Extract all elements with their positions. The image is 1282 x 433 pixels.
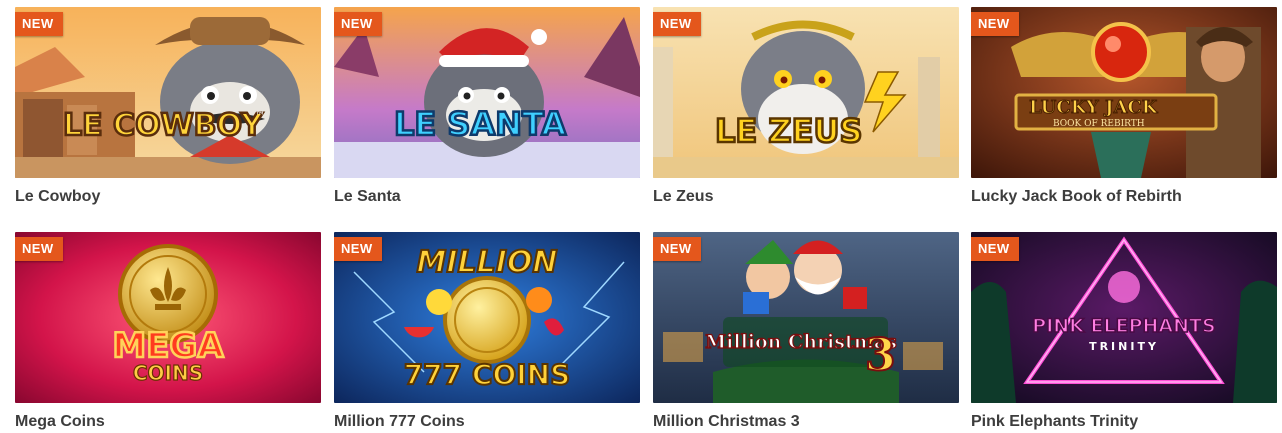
game-thumbnail[interactable]: LUCKY JACK BOOK OF REBIRTH NEW [971,7,1277,178]
game-logo-text: LE SANTA [394,105,566,143]
game-card-pink-elephants-trinity[interactable]: PINK ELEPHANTS TRINITY NEW Pink Elephant… [971,232,1277,432]
game-card-million-777-coins[interactable]: MILLION 777 COINS NEW Million 777 Coins [334,232,640,432]
game-title[interactable]: Le Santa [334,187,640,207]
game-thumbnail[interactable]: Million Christmas 3 NEW [653,232,959,403]
game-card-le-santa[interactable]: LE SANTA NEW Le Santa [334,7,640,207]
new-badge: NEW [971,237,1019,261]
game-logo-text: LE ZEUS [715,112,862,150]
game-logo-text: LE COWBOY [63,108,264,143]
game-title[interactable]: Le Cowboy [15,187,321,207]
svg-text:777 COINS: 777 COINS [404,358,571,391]
new-badge: NEW [653,237,701,261]
svg-text:COINS: COINS [133,361,203,385]
game-title[interactable]: Pink Elephants Trinity [971,412,1277,432]
game-logo-text: MILLION [416,245,557,280]
new-badge: NEW [971,12,1019,36]
game-thumbnail[interactable]: LE COWBOY ™ NEW [15,7,321,178]
game-title[interactable]: Mega Coins [15,412,321,432]
game-title[interactable]: Million Christmas 3 [653,412,959,432]
svg-text:3: 3 [865,330,896,381]
game-card-mega-coins[interactable]: MEGA COINS NEW Mega Coins [15,232,321,432]
new-badge: NEW [334,12,382,36]
game-card-le-zeus[interactable]: LE ZEUS NEW Le Zeus [653,7,959,207]
game-grid: LE COWBOY ™ NEW Le Cowboy LE SANTA NEW L… [0,0,1282,433]
svg-text:™: ™ [255,111,265,122]
game-logo-text: MEGA [112,326,224,366]
game-logo-text: PINK ELEPHANTS [1032,315,1215,337]
game-card-lucky-jack-book-of-rebirth[interactable]: LUCKY JACK BOOK OF REBIRTH NEW Lucky Jac… [971,7,1277,207]
game-title[interactable]: Le Zeus [653,187,959,207]
new-badge: NEW [334,237,382,261]
game-thumbnail[interactable]: LE ZEUS NEW [653,7,959,178]
new-badge: NEW [15,12,63,36]
game-title[interactable]: Lucky Jack Book of Rebirth [971,187,1277,207]
svg-text:TRINITY: TRINITY [1089,340,1159,353]
game-thumbnail[interactable]: PINK ELEPHANTS TRINITY NEW [971,232,1277,403]
new-badge: NEW [653,12,701,36]
new-badge: NEW [15,237,63,261]
svg-text:BOOK OF REBIRTH: BOOK OF REBIRTH [1053,119,1145,129]
game-title[interactable]: Million 777 Coins [334,412,640,432]
game-card-le-cowboy[interactable]: LE COWBOY ™ NEW Le Cowboy [15,7,321,207]
game-thumbnail[interactable]: MILLION 777 COINS NEW [334,232,640,403]
game-card-million-christmas-3[interactable]: Million Christmas 3 NEW Million Christma… [653,232,959,432]
game-thumbnail[interactable]: LE SANTA NEW [334,7,640,178]
game-thumbnail[interactable]: MEGA COINS NEW [15,232,321,403]
game-logo-text: LUCKY JACK [1029,97,1159,118]
